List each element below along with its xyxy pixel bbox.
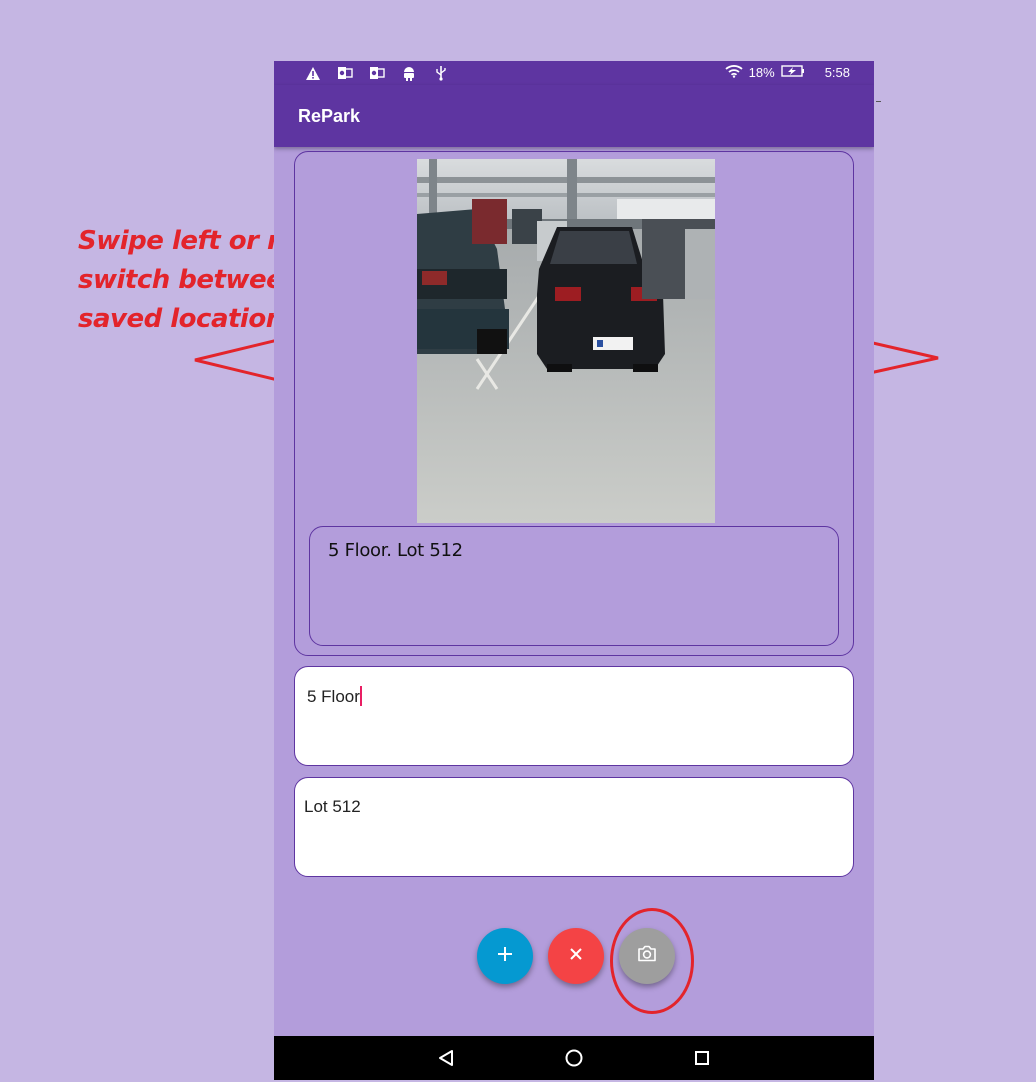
floor-input[interactable]: 5 Floor xyxy=(294,666,854,766)
floor-input-value: 5 Floor xyxy=(307,687,360,706)
usb-icon xyxy=(432,64,450,82)
battery-charging-icon xyxy=(780,65,805,80)
location-card[interactable]: 5 Floor. Lot 512 xyxy=(294,151,854,656)
android-icon xyxy=(400,64,418,82)
plus-icon xyxy=(497,946,513,967)
lot-input[interactable]: Lot 512 xyxy=(294,777,854,877)
lot-input-value: Lot 512 xyxy=(304,797,361,816)
battery-percent: 18% xyxy=(748,65,775,80)
wifi-icon xyxy=(725,64,743,81)
outlook-icon xyxy=(336,64,354,82)
home-icon[interactable] xyxy=(562,1046,586,1070)
recents-icon[interactable] xyxy=(690,1046,714,1070)
app-title: RePark xyxy=(298,106,361,126)
back-icon[interactable] xyxy=(434,1046,458,1070)
note-box[interactable]: 5 Floor. Lot 512 xyxy=(309,526,839,646)
status-bar: 18% 5:58 xyxy=(274,61,874,85)
add-location-button[interactable] xyxy=(477,928,533,984)
note-text: 5 Floor. Lot 512 xyxy=(328,540,463,561)
phone-screen: 18% 5:58 RePark 5 Floor. Lot 512 5 Floor… xyxy=(274,61,874,1080)
app-bar: RePark xyxy=(274,85,874,147)
outlook-icon xyxy=(368,64,386,82)
clock: 5:58 xyxy=(824,65,850,80)
text-cursor xyxy=(359,686,362,706)
warning-icon xyxy=(304,64,322,82)
navigation-bar xyxy=(274,1036,874,1080)
delete-location-button[interactable] xyxy=(548,928,604,984)
parking-photo[interactable] xyxy=(417,159,715,523)
camera-highlight-annotation xyxy=(610,908,694,1014)
close-icon xyxy=(569,947,583,966)
stray-mark xyxy=(876,101,881,102)
